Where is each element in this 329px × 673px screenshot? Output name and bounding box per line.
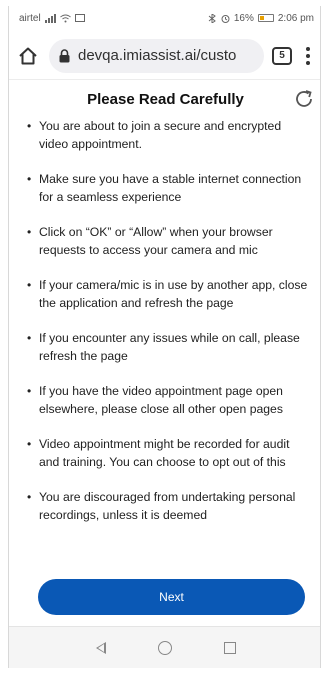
- status-left: airtel: [19, 13, 85, 24]
- list-item: You are about to join a secure and encry…: [27, 117, 308, 153]
- list-item: Make sure you have a stable internet con…: [27, 170, 308, 206]
- signal-icon: [44, 13, 56, 23]
- home-button[interactable]: [15, 43, 41, 69]
- more-vert-icon[interactable]: [300, 43, 316, 69]
- instructions-panel: Please Read Carefully You are about to j…: [9, 81, 320, 571]
- notification-icon: [74, 14, 85, 22]
- instructions-list: You are about to join a secure and encry…: [9, 117, 320, 524]
- status-bar: airtel 16% 2:06 pm: [9, 6, 320, 30]
- list-item: If you have the video appointment page o…: [27, 382, 308, 418]
- battery-icon: [257, 14, 274, 22]
- alarm-icon: [221, 14, 230, 23]
- wifi-icon: [59, 14, 71, 22]
- battery-percent: 16%: [233, 12, 254, 24]
- list-item: If your camera/mic is in use by another …: [27, 276, 308, 312]
- bluetooth-icon: [208, 13, 216, 23]
- home-icon: [19, 47, 37, 64]
- browser-toolbar: devqa.imiassist.ai/custo 5: [9, 32, 320, 80]
- back-icon[interactable]: [95, 641, 106, 654]
- recents-icon[interactable]: [223, 641, 236, 654]
- page-title: Please Read Carefully: [87, 90, 244, 108]
- tab-switcher-button[interactable]: 5: [272, 46, 292, 65]
- phone-screen: airtel 16% 2:06 pm devqa.imiassist.ai/cu…: [8, 6, 321, 668]
- lock-icon: [59, 48, 70, 62]
- title-row: Please Read Carefully: [9, 81, 320, 117]
- list-item: Video appointment might be recorded for …: [27, 435, 308, 471]
- status-right: 16% 2:06 pm: [207, 13, 314, 24]
- list-item: You are discouraged from undertaking per…: [27, 488, 308, 524]
- list-item: Click on “OK” or “Allow” when your brows…: [27, 223, 308, 259]
- system-nav-bar: [9, 626, 320, 668]
- next-button[interactable]: Next: [38, 579, 305, 615]
- clock: 2:06 pm: [277, 12, 314, 24]
- refresh-icon[interactable]: [292, 87, 316, 111]
- carrier-label: airtel: [19, 12, 41, 24]
- list-item: If you encounter any issues while on cal…: [27, 329, 308, 365]
- url-text: devqa.imiassist.ai/custo: [78, 47, 237, 64]
- home-circle-icon[interactable]: [157, 640, 172, 655]
- address-bar[interactable]: devqa.imiassist.ai/custo: [49, 38, 264, 73]
